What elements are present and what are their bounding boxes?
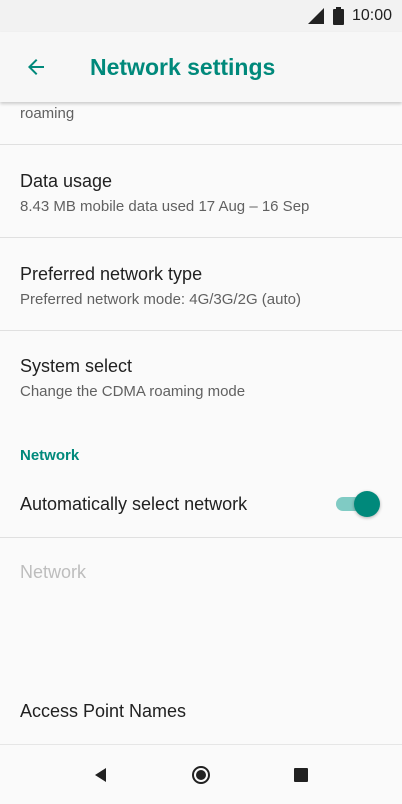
battery-icon [332,7,344,25]
network-item-disabled: Network [0,538,402,608]
network-section-header: Network [20,447,80,464]
system-select-summary: Change the CDMA roaming mode [20,383,246,400]
status-bar: 10:00 [0,0,402,32]
data-usage-title: Data usage [20,171,113,191]
triangle-back-icon [95,767,106,782]
status-time: 10:00 [351,7,392,24]
nav-recents-button[interactable] [251,745,351,804]
auto-select-network-item[interactable]: Automatically select network [0,474,402,536]
auto-select-network-title: Automatically select network [20,494,248,514]
access-point-names-title: Access Point Names [20,701,187,721]
preferred-network-type-summary: Preferred network mode: 4G/3G/2G (auto) [20,291,301,308]
access-point-names-item[interactable]: Access Point Names [0,682,402,744]
system-select-title: System select [20,356,133,376]
network-disabled-label: Network [20,562,87,582]
system-select-item[interactable]: System select Change the CDMA roaming mo… [0,331,402,423]
network-section-header-row: Network [0,442,402,472]
navigation-bar [0,744,402,804]
nav-back-button[interactable] [51,745,151,804]
preferred-network-type-title: Preferred network type [20,264,203,284]
data-usage-item[interactable]: Data usage 8.43 MB mobile data used 17 A… [0,145,402,237]
roaming-row[interactable]: roaming [0,102,402,144]
settings-list[interactable]: roaming Data usage 8.43 MB mobile data u… [0,102,402,744]
roaming-summary: roaming [20,105,75,122]
circle-home-icon [192,765,210,784]
data-usage-summary: 8.43 MB mobile data used 17 Aug – 16 Sep [20,198,310,215]
arrow-left-icon [28,59,44,75]
cell-signal-icon [307,8,324,24]
screen: 10:00 Network settings roaming Data usag… [0,0,402,804]
toggle-thumb [354,491,380,517]
preferred-network-type-item[interactable]: Preferred network type Preferred network… [0,238,402,330]
auto-select-network-toggle[interactable] [336,491,380,517]
page-title: Network settings [90,53,276,80]
nav-home-button[interactable] [151,745,251,804]
back-button[interactable] [0,32,72,102]
app-bar: Network settings [0,32,402,102]
square-recents-icon [294,767,308,782]
